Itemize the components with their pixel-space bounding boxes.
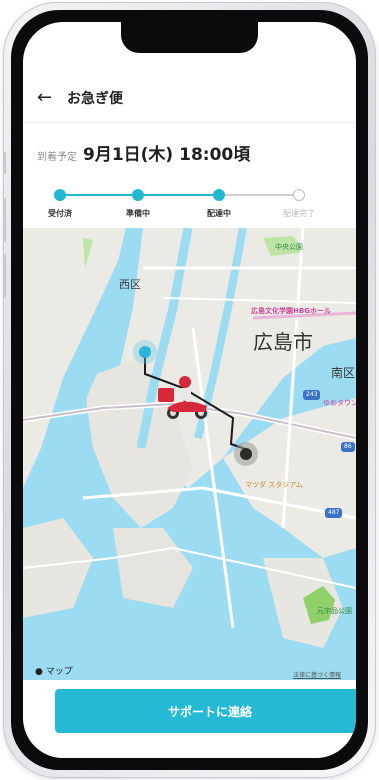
map-canvas [23, 228, 356, 680]
volume-down-button [3, 254, 6, 298]
route-badge-86: 86 [341, 442, 355, 452]
map-label-bunka-gakuen: 広島文化学園HBGホール [251, 307, 331, 315]
back-arrow-icon[interactable]: ← [37, 89, 63, 107]
route-badge-243: 243 [303, 390, 321, 400]
delivery-map[interactable]: 西区 広島市 南区 中央公園 広島文化学園HBGホール マツダ スタジアム ゆめ… [23, 228, 356, 680]
screen-bezel: ← お急ぎ便 到着予定 9月1日(木) 18:00頃 受付済 準備中 配達中 配… [11, 10, 368, 770]
top-bar: ← お急ぎ便 [23, 80, 356, 116]
step-label-delivering: 配達中 [207, 209, 231, 218]
progress-track-1 [60, 194, 138, 196]
page-title: お急ぎ便 [67, 91, 123, 107]
map-label-mazda-stadium: マツダ スタジアム [245, 481, 303, 489]
progress-dot-delivered [293, 189, 305, 201]
step-label-preparing: 準備中 [126, 209, 150, 218]
map-label-yume-town: ゆめタウン [323, 399, 356, 407]
map-label-chuo-koen: 中央公園 [275, 243, 303, 251]
progress-dot-preparing [132, 189, 144, 201]
volume-up-button [3, 198, 6, 242]
progress-dot-delivering [213, 189, 225, 201]
progress-track-2 [138, 194, 219, 196]
eta-value: 9月1日(木) 18:00頃 [83, 145, 251, 165]
step-label-delivered: 配達完了 [283, 209, 315, 218]
step-label-received: 受付済 [48, 209, 72, 218]
map-label-hiroshima-shi: 広島市 [253, 330, 313, 354]
eta-label: 到着予定 [37, 152, 77, 163]
eta-row: 到着予定 9月1日(木) 18:00頃 [37, 140, 250, 165]
progress-dot-received [54, 189, 66, 201]
route-badge-487: 487 [325, 508, 343, 518]
legal-link[interactable]: 法律に基づく情報 [293, 670, 341, 679]
phone-frame: ← お急ぎ便 到着予定 9月1日(木) 18:00頃 受付済 準備中 配達中 配… [3, 2, 376, 778]
app-screen: ← お急ぎ便 到着予定 9月1日(木) 18:00頃 受付済 準備中 配達中 配… [23, 22, 356, 758]
contact-support-button[interactable]: サポートに連絡 [55, 689, 356, 733]
progress-track-3 [219, 194, 299, 196]
header-divider [23, 122, 356, 123]
mute-switch [3, 152, 6, 174]
map-label-minami: 南区 [331, 366, 356, 380]
delivery-progress: 受付済 準備中 配達中 配達完了 [23, 186, 356, 226]
map-label-nishi-ku: 西区 [119, 278, 141, 291]
map-credit-label: マップ [45, 667, 73, 677]
apple-maps-credit: ● マップ [35, 664, 73, 677]
camera-notch [121, 22, 258, 53]
map-label-motoujina-park: 元宇品公園 [317, 607, 352, 615]
apple-logo-icon: ● [35, 667, 43, 677]
